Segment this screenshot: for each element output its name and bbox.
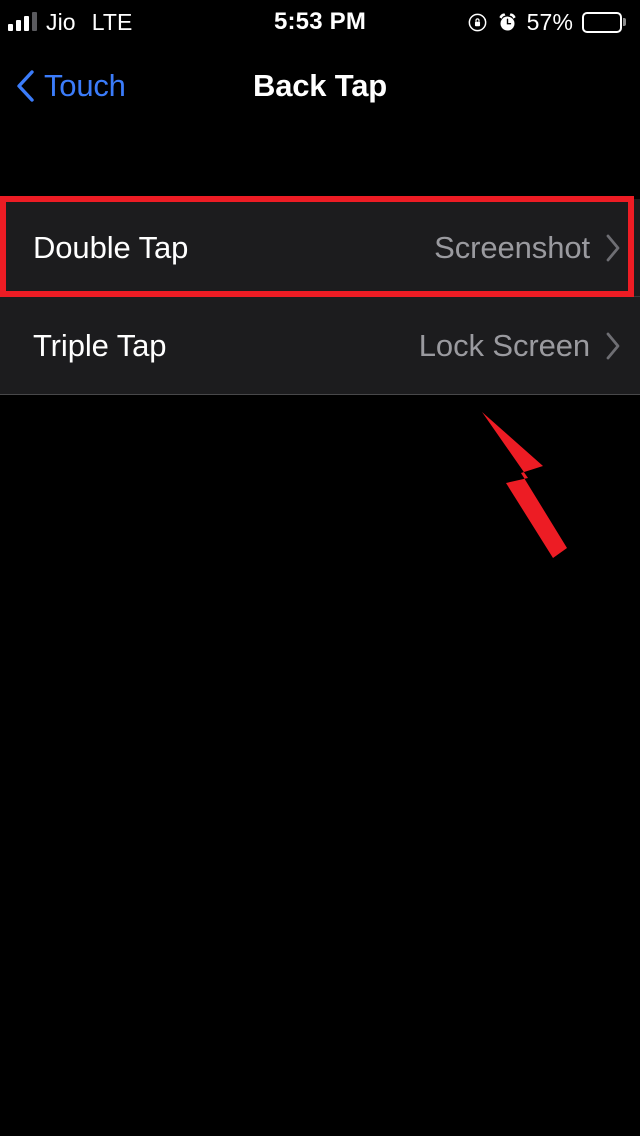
settings-row-triple-tap[interactable]: Triple Tap Lock Screen [0,297,640,395]
row-label: Double Tap [33,230,189,265]
status-bar-left: Jio LTE [8,9,132,36]
battery-icon [582,11,626,33]
annotation-arrow-icon [482,412,567,558]
navigation-bar: Touch Back Tap [0,58,640,114]
alarm-clock-icon [499,12,516,31]
network-type: LTE [91,8,133,35]
row-value: Screenshot [434,230,590,265]
battery-percentage: 57% [526,8,573,35]
settings-row-double-tap[interactable]: Double Tap Screenshot [0,199,640,297]
status-bar-right: 57% [467,9,626,36]
row-label: Triple Tap [33,328,167,363]
row-value: Lock Screen [418,328,590,363]
settings-table-group: Double Tap Screenshot Triple Tap Lock Sc… [0,199,640,395]
chevron-right-icon [606,234,620,262]
chevron-right-icon [606,332,620,360]
carrier-name: Jio [46,8,76,35]
rotation-lock-icon [468,13,487,31]
status-bar: Jio LTE 5:53 PM 57% [0,0,640,44]
group-bottom-border [0,394,640,395]
signal-bars-icon [8,12,37,32]
page-title: Back Tap [253,68,387,103]
